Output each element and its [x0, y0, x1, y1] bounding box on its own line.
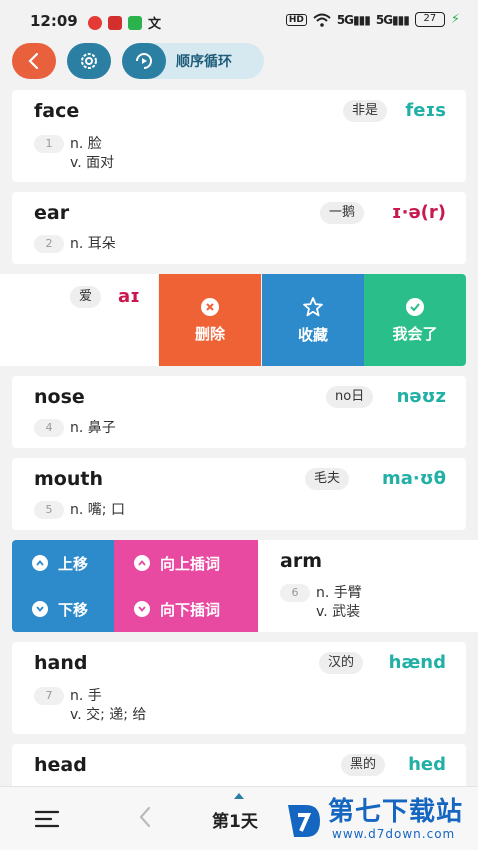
definition: v. 武装 — [316, 604, 361, 620]
back-button[interactable] — [12, 43, 56, 79]
word-card-arm[interactable]: arm 6 n. 手臂 v. 武装 — [258, 540, 478, 632]
phonetic-text: ɪ·ə(r) — [391, 202, 446, 223]
status-app-icons: 文 — [88, 13, 161, 32]
mnemonic-badge: no日 — [326, 386, 374, 408]
phonetic-text: aɪ — [118, 286, 140, 307]
mnemonic-badge: 黑的 — [341, 754, 386, 776]
notification-app-icon — [108, 15, 122, 30]
definition: v. 面对 — [70, 155, 115, 171]
favorite-button[interactable]: 收藏 — [262, 274, 364, 366]
day-label[interactable]: 第1天 — [212, 807, 258, 832]
menu-icon[interactable] — [35, 809, 59, 829]
phonetic-text: feɪs — [405, 100, 446, 121]
status-time: 12:09 — [30, 12, 78, 30]
watermark-logo: 第七下载站 www.d7down.com — [280, 789, 478, 849]
word-index: 2 — [34, 235, 64, 253]
word-text: face — [34, 100, 80, 122]
signal-icon: 5G▮▮▮ — [375, 12, 410, 27]
previous-day-button[interactable] — [138, 805, 152, 836]
phonetic-text: ma·ʊθ — [381, 468, 446, 489]
word-text: mouth — [34, 468, 103, 490]
move-up-label: 上移 — [58, 554, 89, 573]
day-indicator-caret — [234, 793, 244, 799]
chevron-up-icon — [134, 555, 150, 571]
star-icon — [303, 296, 323, 316]
definition: n. 手 — [70, 688, 102, 704]
mnemonic-badge: 爱 — [70, 286, 102, 308]
word-card-nose[interactable]: nose no日 nəʊz 4 n. 鼻子 — [12, 376, 466, 448]
notification-app-icon — [88, 15, 102, 30]
move-up-button[interactable]: 上移 — [12, 540, 114, 586]
move-down-label: 下移 — [58, 600, 89, 619]
phonetic-text: nəʊz — [396, 386, 446, 407]
delete-label: 删除 — [194, 324, 225, 343]
word-index: 6 — [280, 584, 310, 602]
phonetic-text: hed — [408, 754, 446, 775]
word-text: nose — [34, 386, 85, 408]
play-mode-toggle[interactable]: 顺序循环 — [122, 43, 264, 79]
mnemonic-badge: 毛夫 — [305, 468, 350, 490]
word-index: 5 — [34, 501, 64, 519]
definition: n. 脸 — [70, 136, 102, 152]
favorite-label: 收藏 — [297, 325, 328, 344]
delete-button[interactable]: 删除 — [159, 274, 261, 366]
definition: n. 耳朵 — [70, 236, 116, 252]
word-text: head — [34, 754, 87, 776]
word-card-head[interactable]: head 黑的 hed — [12, 744, 466, 786]
check-circle-icon — [406, 297, 424, 316]
charging-icon: ⚡ — [450, 12, 460, 27]
hd-badge: HD — [285, 13, 307, 26]
mnemonic-badge: 非是 — [343, 100, 388, 122]
definition: n. 手臂 — [316, 585, 362, 601]
word-card-ear[interactable]: ear 一鹅 ɪ·ə(r) 2 n. 耳朵 — [12, 192, 466, 264]
play-mode-label: 顺序循环 — [176, 54, 232, 70]
word-text: arm — [280, 550, 322, 572]
word-text: ear — [34, 202, 70, 224]
status-bar: 12:09 文 HD 5G▮▮▮ 5G▮▮▮ 27 ⚡ — [0, 0, 478, 40]
word-card-face[interactable]: face 非是 feɪs 1 n. 脸 v. 面对 — [12, 90, 466, 182]
chevron-down-icon — [32, 601, 48, 617]
word-index: 7 — [34, 687, 64, 705]
close-circle-icon — [201, 297, 219, 316]
move-actions: 上移 下移 向上插词 向下插词 — [12, 540, 258, 632]
mnemonic-badge: 汉的 — [319, 652, 364, 674]
move-down-button[interactable]: 下移 — [12, 586, 114, 632]
gear-icon — [81, 53, 97, 69]
insert-above-label: 向上插词 — [160, 554, 221, 573]
insert-below-button[interactable]: 向下插词 — [114, 586, 258, 632]
insert-above-button[interactable]: 向上插词 — [114, 540, 258, 586]
loop-play-icon — [122, 43, 166, 79]
signal-icon: 5G▮▮▮ — [336, 12, 371, 27]
top-toolbar: 顺序循环 — [0, 40, 478, 85]
word-card-hand[interactable]: hand 汉的 hænd 7 n. 手 v. 交; 递; 给 — [12, 642, 466, 734]
definition: n. 鼻子 — [70, 420, 116, 436]
chevron-left-icon — [139, 806, 151, 828]
insert-below-label: 向下插词 — [160, 600, 221, 619]
mark-known-button[interactable]: 我会了 — [364, 274, 466, 366]
mark-known-label: 我会了 — [392, 324, 438, 343]
watermark-url: www.d7down.com — [332, 827, 456, 841]
word-index: 1 — [34, 135, 64, 153]
word-index: 4 — [34, 419, 64, 437]
definition: v. 交; 递; 给 — [70, 707, 147, 723]
translate-icon: 文 — [148, 17, 162, 32]
status-indicators: HD 5G▮▮▮ 5G▮▮▮ 27 ⚡ — [285, 12, 460, 27]
chevron-down-icon — [134, 601, 150, 617]
mnemonic-badge: 一鹅 — [320, 202, 365, 224]
watermark-logo-icon — [288, 805, 320, 837]
word-card-swiped[interactable]: 爱 aɪ — [0, 274, 158, 366]
chevron-up-icon — [32, 555, 48, 571]
settings-button[interactable] — [67, 43, 111, 79]
swiped-word-row: 爱 aɪ 删除 收藏 我会了 — [0, 274, 466, 366]
wechat-icon — [128, 15, 142, 30]
word-text: hand — [34, 652, 88, 674]
bottom-bar: 第1天 第七下载站 www.d7down.com — [0, 786, 478, 850]
watermark-title: 第七下载站 — [328, 797, 464, 827]
wifi-icon — [313, 13, 331, 27]
chevron-left-icon — [28, 52, 39, 70]
phonetic-text: hænd — [388, 652, 446, 673]
word-card-mouth[interactable]: mouth 毛夫 ma·ʊθ 5 n. 嘴; 口 — [12, 458, 466, 530]
definition: n. 嘴; 口 — [70, 502, 125, 518]
battery-icon: 27 — [414, 12, 445, 27]
